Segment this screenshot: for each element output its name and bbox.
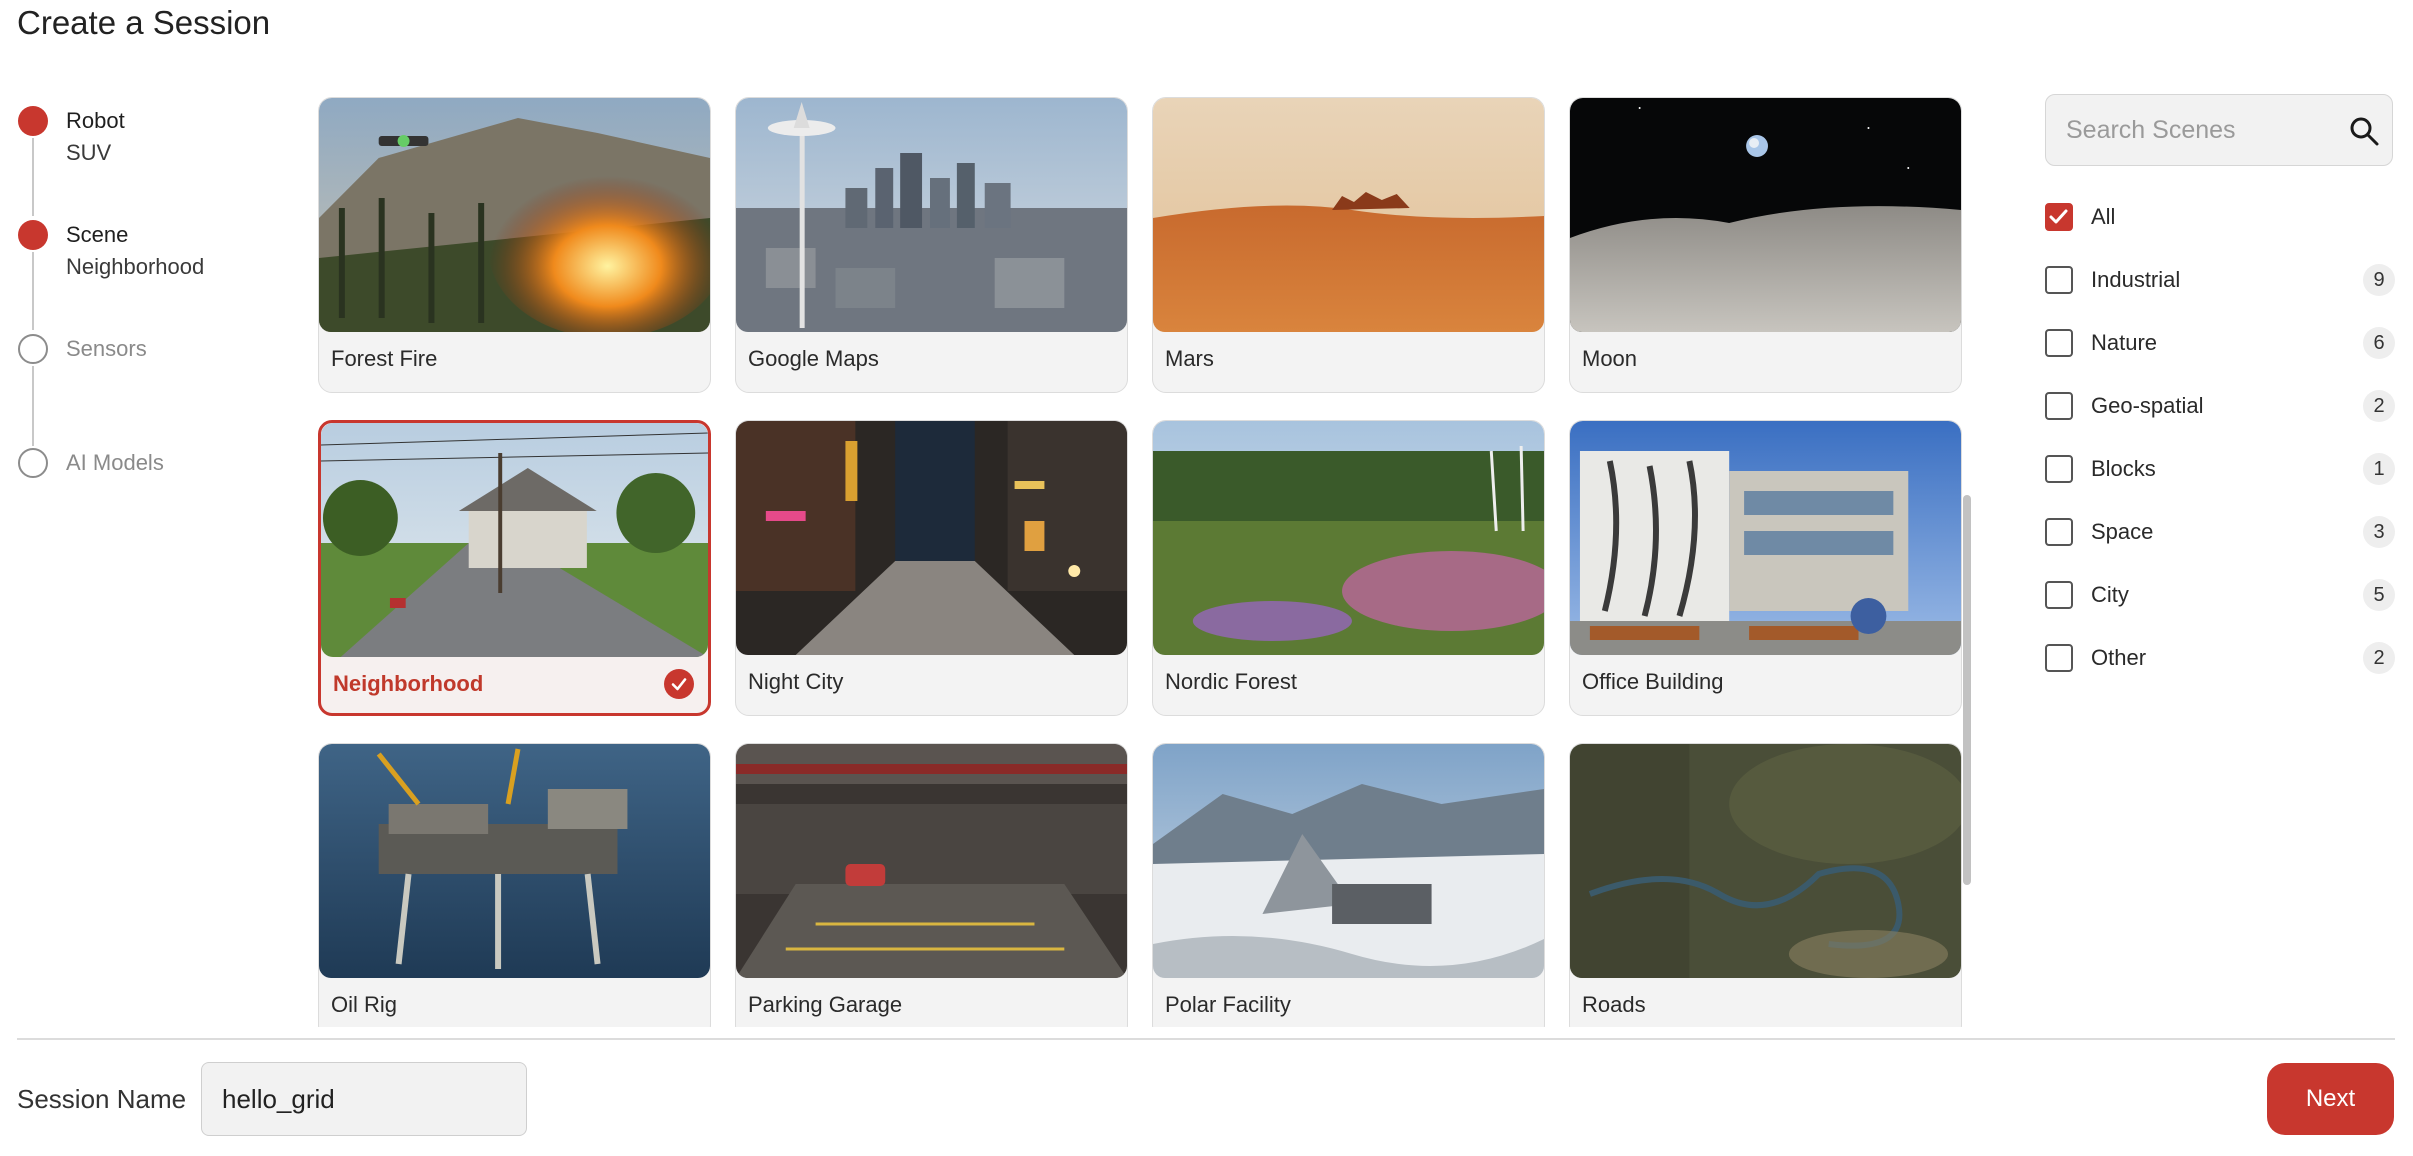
- checkbox[interactable]: [2045, 644, 2073, 672]
- filter-count-badge: 2: [2363, 642, 2395, 674]
- scene-card-nordic-forest[interactable]: Nordic Forest: [1152, 420, 1545, 716]
- scrollbar-thumb[interactable]: [1963, 495, 1971, 885]
- filter-label: Space: [2091, 519, 2154, 544]
- scene-thumbnail: [321, 423, 708, 657]
- selected-check-icon: [664, 669, 694, 699]
- scene-name: Forest Fire: [331, 346, 438, 371]
- scene-name: Google Maps: [748, 346, 879, 371]
- page-title: Create a Session: [17, 4, 271, 41]
- step-label: Scene: [66, 222, 129, 247]
- scene-thumbnail: [736, 98, 1127, 332]
- scene-name: Nordic Forest: [1165, 669, 1298, 694]
- scene-name: Roads: [1582, 992, 1646, 1017]
- scene-thumbnail: [736, 744, 1127, 978]
- scene-card-moon[interactable]: Moon: [1569, 97, 1962, 393]
- filter-geo-spatial[interactable]: Geo-spatial 2: [2045, 386, 2395, 426]
- scene-thumbnail: [1153, 98, 1544, 332]
- step-complete-indicator: [18, 106, 48, 136]
- next-button[interactable]: Next: [2267, 1063, 2394, 1135]
- stepper-connector: [32, 366, 34, 446]
- scene-name: Moon: [1582, 346, 1638, 371]
- scene-card-neighborhood[interactable]: Neighborhood: [318, 420, 711, 716]
- filter-count-badge: 1: [2363, 453, 2395, 485]
- session-name-input[interactable]: [201, 1062, 527, 1136]
- scene-card-forest-fire[interactable]: Forest Fire: [318, 97, 711, 393]
- scene-name: Mars: [1165, 346, 1214, 371]
- scene-card-office-building[interactable]: Office Building: [1569, 420, 1962, 716]
- scene-name: Parking Garage: [748, 992, 903, 1017]
- step-label: Sensors: [66, 336, 147, 361]
- filter-space[interactable]: Space 3: [2045, 512, 2395, 552]
- session-name-label: Session Name: [17, 1084, 187, 1114]
- scene-card-night-city[interactable]: Night City: [735, 420, 1128, 716]
- step-label: Robot: [66, 108, 125, 133]
- scene-card-roads[interactable]: Roads: [1569, 743, 1962, 1027]
- search-icon[interactable]: [2348, 115, 2380, 147]
- scene-thumbnail: [1153, 421, 1544, 655]
- scene-thumbnail: [1570, 98, 1961, 332]
- filter-count-badge: 9: [2363, 264, 2395, 296]
- scene-card-google-maps[interactable]: Google Maps: [735, 97, 1128, 393]
- scene-card-polar-facility[interactable]: Polar Facility: [1152, 743, 1545, 1027]
- checkbox[interactable]: [2045, 518, 2073, 546]
- filter-blocks[interactable]: Blocks 1: [2045, 449, 2395, 489]
- scene-name: Office Building: [1582, 669, 1724, 694]
- footer-divider: [17, 1038, 2395, 1040]
- scene-grid-scrollbar[interactable]: [1963, 100, 1971, 1025]
- checkbox[interactable]: [2045, 266, 2073, 294]
- scene-name: Polar Facility: [1165, 992, 1291, 1017]
- scene-thumbnail: [1570, 421, 1961, 655]
- filter-label: Other: [2091, 645, 2147, 670]
- filter-count-badge: 3: [2363, 516, 2395, 548]
- checkbox[interactable]: [2045, 581, 2073, 609]
- scene-name: Neighborhood: [333, 671, 484, 696]
- filter-label: All: [2091, 204, 2116, 229]
- filter-count-badge: 2: [2363, 390, 2395, 422]
- scene-grid: Forest Fire Google Maps Mars Moon Neighb…: [318, 97, 1980, 1027]
- scene-card-mars[interactable]: Mars: [1152, 97, 1545, 393]
- scene-thumbnail: [1153, 744, 1544, 978]
- checkbox[interactable]: [2045, 392, 2073, 420]
- checkbox-checked[interactable]: [2045, 203, 2073, 231]
- checkbox[interactable]: [2045, 455, 2073, 483]
- filter-label: City: [2091, 582, 2129, 607]
- scene-thumbnail: [736, 421, 1127, 655]
- step-pending-indicator: [18, 334, 48, 364]
- scene-card-parking-garage[interactable]: Parking Garage: [735, 743, 1128, 1027]
- step-label: AI Models: [66, 450, 164, 475]
- checkbox[interactable]: [2045, 329, 2073, 357]
- stepper-connector: [32, 138, 34, 216]
- filter-nature[interactable]: Nature 6: [2045, 323, 2395, 363]
- filter-city[interactable]: City 5: [2045, 575, 2395, 615]
- scene-search-box[interactable]: [2045, 94, 2393, 166]
- filter-count-badge: 6: [2363, 327, 2395, 359]
- stepper-connector: [32, 252, 34, 330]
- scene-thumbnail: [319, 744, 710, 978]
- filter-other[interactable]: Other 2: [2045, 638, 2395, 678]
- step-complete-indicator: [18, 220, 48, 250]
- scene-card-oil-rig[interactable]: Oil Rig: [318, 743, 711, 1027]
- filter-count-badge: 5: [2363, 579, 2395, 611]
- search-input[interactable]: [2064, 109, 2328, 151]
- filter-label: Blocks: [2091, 456, 2156, 481]
- scene-thumbnail: [1570, 744, 1961, 978]
- filter-all[interactable]: All: [2045, 197, 2395, 237]
- progress-stepper: Robot SUV Scene Neighborhood Sensors AI …: [18, 106, 278, 506]
- step-value: Neighborhood: [66, 254, 205, 279]
- step-value: SUV: [66, 140, 112, 165]
- filter-label: Industrial: [2091, 267, 2181, 292]
- scene-name: Oil Rig: [331, 992, 398, 1017]
- scene-name: Night City: [748, 669, 844, 694]
- step-pending-indicator: [18, 448, 48, 478]
- filter-label: Geo-spatial: [2091, 393, 2204, 418]
- filter-industrial[interactable]: Industrial 9: [2045, 260, 2395, 300]
- scene-thumbnail: [319, 98, 710, 332]
- filter-label: Nature: [2091, 330, 2158, 355]
